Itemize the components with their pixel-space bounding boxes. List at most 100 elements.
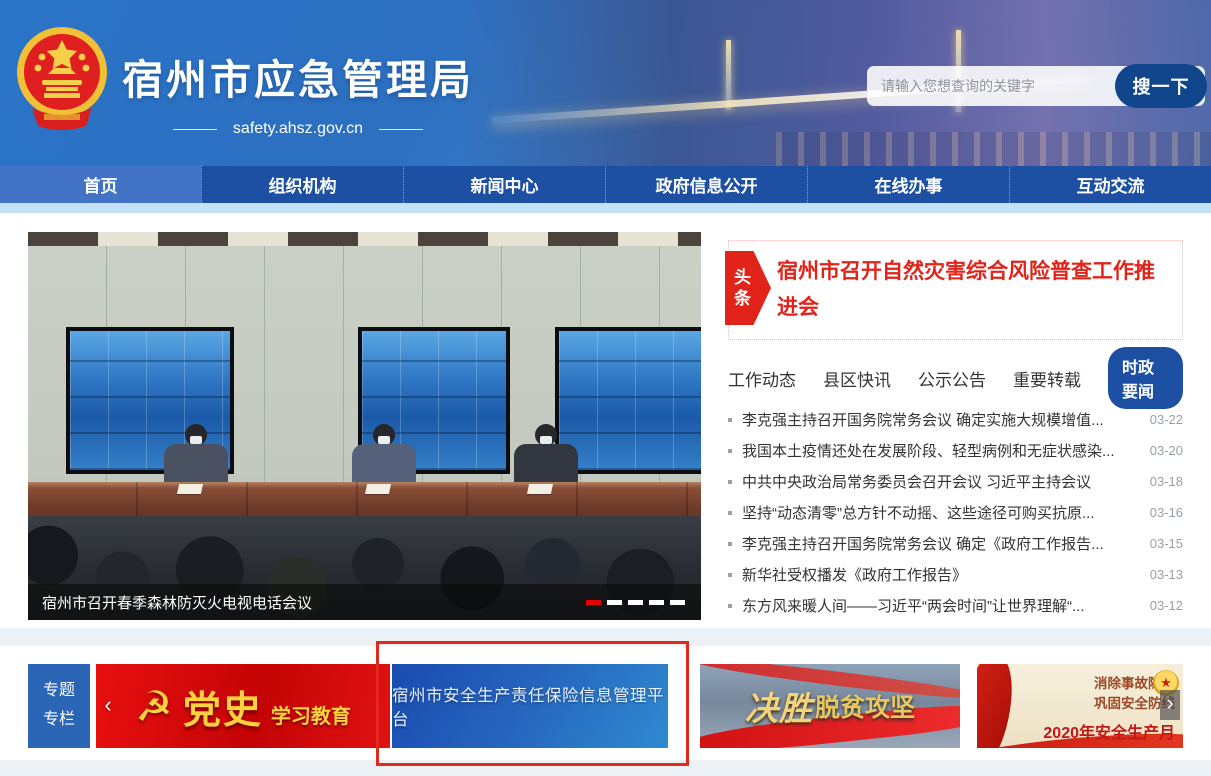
news-item-date: 03-16 — [1150, 505, 1183, 520]
photo-ceiling — [28, 232, 701, 246]
carousel-indicator[interactable] — [628, 600, 643, 605]
banner-line3: 2020年安全生产月 — [1043, 719, 1175, 743]
bullet-icon — [728, 418, 732, 422]
search-button[interactable]: 搜一下 — [1115, 64, 1207, 108]
badge-char: 头 — [734, 267, 751, 288]
news-item-title[interactable]: 李克强主持召开国务院常务会议 确定实施大规模增值... — [742, 409, 1136, 430]
news-list: 李克强主持召开国务院常务会议 确定实施大规模增值... 03-22 我国本土疫情… — [728, 404, 1183, 621]
site-url: safety.ahsz.gov.cn — [122, 120, 474, 138]
nav-item-organization[interactable]: 组织机构 — [201, 166, 403, 203]
tab-county-news[interactable]: 县区快讯 — [823, 366, 891, 391]
news-item-date: 03-18 — [1150, 474, 1183, 489]
national-emblem-logo — [14, 24, 110, 130]
topics-section: 专题 专栏 ‹ ☭ 党史 学习教育 宿州市安全生产责任保险信息管理平台 决胜 脱… — [0, 628, 1211, 776]
bullet-icon — [728, 480, 732, 484]
nav-item-online-services[interactable]: 在线办事 — [807, 166, 1009, 203]
name-card — [527, 484, 553, 494]
name-card — [177, 484, 203, 494]
news-item-date: 03-13 — [1150, 567, 1183, 582]
brand-text: 宿州市应急管理局 safety.ahsz.gov.cn — [122, 24, 474, 138]
news-list-item[interactable]: 李克强主持召开国务院常务会议 确定实施大规模增值... 03-22 — [728, 404, 1183, 435]
site-brand: 宿州市应急管理局 safety.ahsz.gov.cn — [14, 24, 474, 138]
banner-subtitle: 脱贫攻坚 — [815, 688, 915, 724]
site-url-text: safety.ahsz.gov.cn — [233, 120, 363, 138]
figure-mask — [540, 436, 552, 444]
name-card — [365, 484, 391, 494]
news-list-item[interactable]: 中共中央政治局常务委员会召开会议 习近平主持会议 03-18 — [728, 466, 1183, 497]
nav-item-news-center[interactable]: 新闻中心 — [403, 166, 605, 203]
news-list-item[interactable]: 李克强主持召开国务院常务会议 确定《政府工作报告... 03-15 — [728, 528, 1183, 559]
news-item-date: 03-20 — [1150, 443, 1183, 458]
tab-work-dynamics[interactable]: 工作动态 — [728, 366, 796, 391]
banner-title: 党史 — [183, 679, 263, 734]
banner-title: 决胜 — [745, 682, 813, 730]
badge-char: 条 — [734, 288, 751, 309]
banner-subtitle: 学习教育 — [271, 700, 351, 729]
figure-body — [352, 444, 416, 486]
nav-item-gov-info[interactable]: 政府信息公开 — [605, 166, 807, 203]
topics-label-line1: 专题 — [43, 677, 75, 706]
carousel-indicator[interactable] — [670, 600, 685, 605]
banner-party-history[interactable]: ☭ 党史 学习教育 — [96, 664, 390, 748]
news-item-title[interactable]: 我国本土疫情还处在发展阶段、轻型病例和无症状感染... — [742, 440, 1136, 461]
party-emblem-icon: ☭ — [135, 682, 173, 731]
nav-item-interaction[interactable]: 互动交流 — [1009, 166, 1211, 203]
news-list-item[interactable]: 我国本土疫情还处在发展阶段、轻型病例和无症状感染... 03-20 — [728, 435, 1183, 466]
official-figure — [156, 424, 236, 486]
bullet-icon — [728, 449, 732, 453]
news-item-date: 03-12 — [1150, 598, 1183, 613]
tab-important-reposts[interactable]: 重要转载 — [1013, 366, 1081, 391]
news-tabs: 工作动态 县区快讯 公示公告 重要转载 时政要闻 — [728, 360, 1183, 396]
news-item-title[interactable]: 李克强主持召开国务院常务会议 确定《政府工作报告... — [742, 533, 1136, 554]
nav-underline-strip — [0, 203, 1211, 213]
figure-body — [514, 444, 578, 486]
news-item-title[interactable]: 坚持“动态清零”总方针不动摇、这些途径可购买抗原... — [742, 502, 1136, 523]
banner-safety-insurance-platform[interactable]: 宿州市安全生产责任保险信息管理平台 — [392, 664, 668, 748]
carousel-indicator-active[interactable] — [586, 600, 601, 605]
bullet-icon — [728, 604, 732, 608]
bridge-water-reflection — [776, 132, 1211, 166]
main-nav: 首页 组织机构 新闻中心 政府信息公开 在线办事 互动交流 — [0, 166, 1211, 203]
carousel-caption-bar: 宿州市召开春季森林防灭火电视电话会议 — [28, 584, 701, 620]
news-item-title[interactable]: 东方风来暖人间——习近平“两会时间”让世界理解“... — [742, 595, 1136, 616]
tab-public-notices[interactable]: 公示公告 — [918, 366, 986, 391]
carousel-indicators — [586, 600, 685, 605]
banner-prev-arrow-icon[interactable]: ‹ — [100, 692, 116, 720]
url-dash-left — [173, 129, 217, 130]
official-figure — [344, 424, 424, 486]
news-item-title[interactable]: 中共中央政治局常务委员会召开会议 习近平主持会议 — [742, 471, 1136, 492]
search-bar: 搜一下 — [867, 66, 1205, 106]
news-item-date: 03-22 — [1150, 412, 1183, 427]
figure-mask — [378, 436, 390, 444]
topics-label-line2: 专栏 — [43, 706, 75, 735]
news-column: 头 条 宿州市召开自然灾害综合风险普查工作推进会 工作动态 县区快讯 公示公告 … — [728, 240, 1183, 621]
banner-next-arrow-icon[interactable]: › — [1160, 690, 1180, 720]
headline-box: 头 条 宿州市召开自然灾害综合风险普查工作推进会 — [728, 240, 1183, 340]
url-dash-right — [379, 129, 423, 130]
banner-line2: 巩固安全防线 — [1043, 694, 1175, 714]
nav-item-home[interactable]: 首页 — [0, 166, 201, 203]
news-list-item[interactable]: 坚持“动态清零”总方针不动摇、这些途径可购买抗原... 03-16 — [728, 497, 1183, 528]
site-title: 宿州市应急管理局 — [122, 46, 474, 106]
page: 宿州市应急管理局 safety.ahsz.gov.cn 搜一下 首页 组织机构 … — [0, 0, 1211, 776]
figure-mask — [190, 436, 202, 444]
tab-current-politics-active[interactable]: 时政要闻 — [1108, 347, 1183, 409]
banner-safety-production-month[interactable]: ★ 消除事故隐患 巩固安全防线 2020年安全生产月 — [977, 664, 1183, 748]
banner-poverty-alleviation[interactable]: 决胜 脱贫攻坚 — [700, 664, 960, 748]
official-figure — [506, 424, 586, 486]
news-item-title[interactable]: 新华社受权播发《政府工作报告》 — [742, 564, 1136, 585]
news-list-item[interactable]: 新华社受权播发《政府工作报告》 03-13 — [728, 559, 1183, 590]
news-list-item[interactable]: 东方风来暖人间——习近平“两会时间”让世界理解“... 03-12 — [728, 590, 1183, 621]
headline-title-link[interactable]: 宿州市召开自然灾害综合风险普查工作推进会 — [777, 254, 1164, 326]
bullet-icon — [728, 573, 732, 577]
carousel-caption[interactable]: 宿州市召开春季森林防灭火电视电话会议 — [42, 592, 586, 613]
figure-body — [164, 444, 228, 486]
banner-title: 宿州市安全生产责任保险信息管理平台 — [392, 682, 668, 730]
carousel-indicator[interactable] — [649, 600, 664, 605]
topics-label-box[interactable]: 专题 专栏 — [28, 664, 90, 748]
site-header: 宿州市应急管理局 safety.ahsz.gov.cn 搜一下 — [0, 0, 1211, 166]
carousel-indicator[interactable] — [607, 600, 622, 605]
news-carousel[interactable]: 宿州市召开春季森林防灭火电视电话会议 — [28, 232, 701, 620]
headline-badge: 头 条 — [725, 251, 771, 325]
news-item-date: 03-15 — [1150, 536, 1183, 551]
